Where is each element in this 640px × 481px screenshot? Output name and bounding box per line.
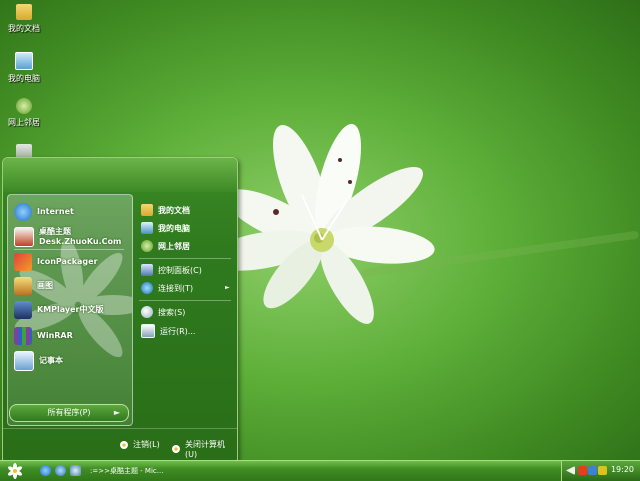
- internet-explorer-icon: [14, 203, 32, 221]
- pinned-separator: [14, 249, 124, 250]
- all-programs-button[interactable]: 所有程序(P) ►: [9, 404, 129, 422]
- start-button[interactable]: [4, 463, 26, 479]
- taskbar-window-button[interactable]: :=>>桌酷主题 - Mic...: [90, 464, 190, 478]
- right-item-search[interactable]: 搜索(S): [141, 306, 185, 318]
- logoff-icon: [120, 440, 128, 449]
- pinned-programs-pane: Internet 桌酷主题 Desk.ZhuoKu.Com IconPackag…: [7, 194, 133, 426]
- right-separator: [139, 258, 231, 259]
- right-item-label: 搜索(S): [158, 307, 186, 317]
- paint-icon: [14, 277, 32, 295]
- logoff-button[interactable]: 注销(L): [119, 439, 160, 450]
- system-tray: 19:20: [561, 461, 640, 481]
- start-menu: Internet 桌酷主题 Desk.ZhuoKu.Com IconPackag…: [2, 157, 238, 461]
- notepad-icon: [14, 351, 34, 371]
- logoff-label: 注销(L): [133, 440, 160, 449]
- taskbar-window-label: :=>>桌酷主题 - Mic...: [90, 467, 164, 475]
- desktop-icon-my-documents[interactable]: 我的文档: [4, 4, 44, 34]
- right-item-network[interactable]: 网上邻居: [141, 240, 190, 252]
- winrar-icon: [14, 327, 32, 345]
- shutdown-icon: [171, 445, 180, 453]
- iconpackager-icon: [14, 253, 32, 271]
- theme-icon: [14, 227, 34, 247]
- taskbar: :=>>桌酷主题 - Mic... 19:20: [0, 460, 640, 481]
- quicklaunch-ie-icon[interactable]: [40, 465, 51, 476]
- search-icon: [141, 306, 153, 318]
- computer-icon: [141, 222, 153, 234]
- right-item-my-documents[interactable]: 我的文档: [141, 204, 190, 216]
- computer-icon: [15, 52, 33, 70]
- pinned-zhuoku-theme[interactable]: 桌酷主题 Desk.ZhuoKu.Com: [14, 227, 121, 247]
- shutdown-button[interactable]: 关闭计算机(U): [171, 439, 237, 459]
- desktop-icon-network[interactable]: 网上邻居: [4, 98, 44, 128]
- network-icon: [141, 240, 153, 252]
- tray-network-icon[interactable]: [588, 466, 597, 475]
- pinned-label: Internet: [37, 207, 74, 216]
- right-item-label: 网上邻居: [158, 241, 190, 251]
- pinned-iconpackager[interactable]: IconPackager: [14, 253, 98, 271]
- folder-icon: [16, 4, 32, 20]
- right-item-label: 运行(R)...: [160, 326, 196, 336]
- run-icon: [141, 324, 155, 338]
- desktop-icon-label: 网上邻居: [8, 118, 40, 127]
- desktop-icon-label: 我的电脑: [8, 74, 40, 83]
- pinned-sublabel: Desk.ZhuoKu.Com: [39, 237, 122, 246]
- arrow-right-icon: ►: [113, 408, 120, 417]
- right-item-label: 我的文档: [158, 205, 190, 215]
- pinned-label: KMPlayer中文版: [37, 305, 104, 314]
- submenu-arrow-icon: ►: [225, 284, 230, 291]
- right-item-label: 我的电脑: [158, 223, 190, 233]
- pinned-label: IconPackager: [37, 257, 98, 266]
- right-item-run[interactable]: 运行(R)...: [141, 324, 195, 338]
- wallpaper-flower: [210, 123, 435, 324]
- control-panel-icon: [141, 264, 153, 276]
- quicklaunch-media-icon[interactable]: [55, 465, 66, 476]
- pinned-label: 记事本: [39, 356, 63, 365]
- right-item-control-panel[interactable]: 控制面板(C): [141, 264, 202, 276]
- network-icon: [16, 98, 32, 114]
- pinned-notepad[interactable]: 记事本: [14, 351, 63, 371]
- right-item-connect-to[interactable]: 连接到(T): [141, 282, 193, 294]
- pinned-winrar[interactable]: WinRAR: [14, 327, 73, 345]
- pinned-paint[interactable]: 画图: [14, 277, 53, 295]
- pinned-label: 桌酷主题: [39, 227, 71, 236]
- right-item-label: 连接到(T): [158, 283, 194, 293]
- start-menu-header: [3, 158, 237, 192]
- quicklaunch-desktop-icon[interactable]: [70, 465, 81, 476]
- pinned-label: WinRAR: [37, 331, 73, 340]
- start-menu-footer: 注销(L) 关闭计算机(U): [3, 428, 237, 461]
- pinned-internet[interactable]: Internet: [14, 203, 74, 221]
- kmplayer-icon: [14, 301, 32, 319]
- right-item-label: 控制面板(C): [158, 265, 202, 275]
- clock[interactable]: 19:20: [611, 465, 634, 474]
- folder-icon: [141, 204, 153, 216]
- pinned-kmplayer[interactable]: KMPlayer中文版: [14, 301, 104, 319]
- right-item-my-computer[interactable]: 我的电脑: [141, 222, 190, 234]
- pinned-label: 画图: [37, 281, 53, 290]
- all-programs-label: 所有程序(P): [47, 408, 91, 417]
- right-separator: [139, 300, 231, 301]
- shutdown-label: 关闭计算机(U): [184, 440, 225, 459]
- tray-volume-icon[interactable]: [598, 466, 607, 475]
- connect-icon: [141, 282, 153, 294]
- desktop-icon-label: 我的文档: [8, 24, 40, 33]
- tray-app-icon[interactable]: [578, 466, 587, 475]
- tray-arrow-icon[interactable]: [566, 466, 575, 475]
- desktop-icon-my-computer[interactable]: 我的电脑: [4, 52, 44, 84]
